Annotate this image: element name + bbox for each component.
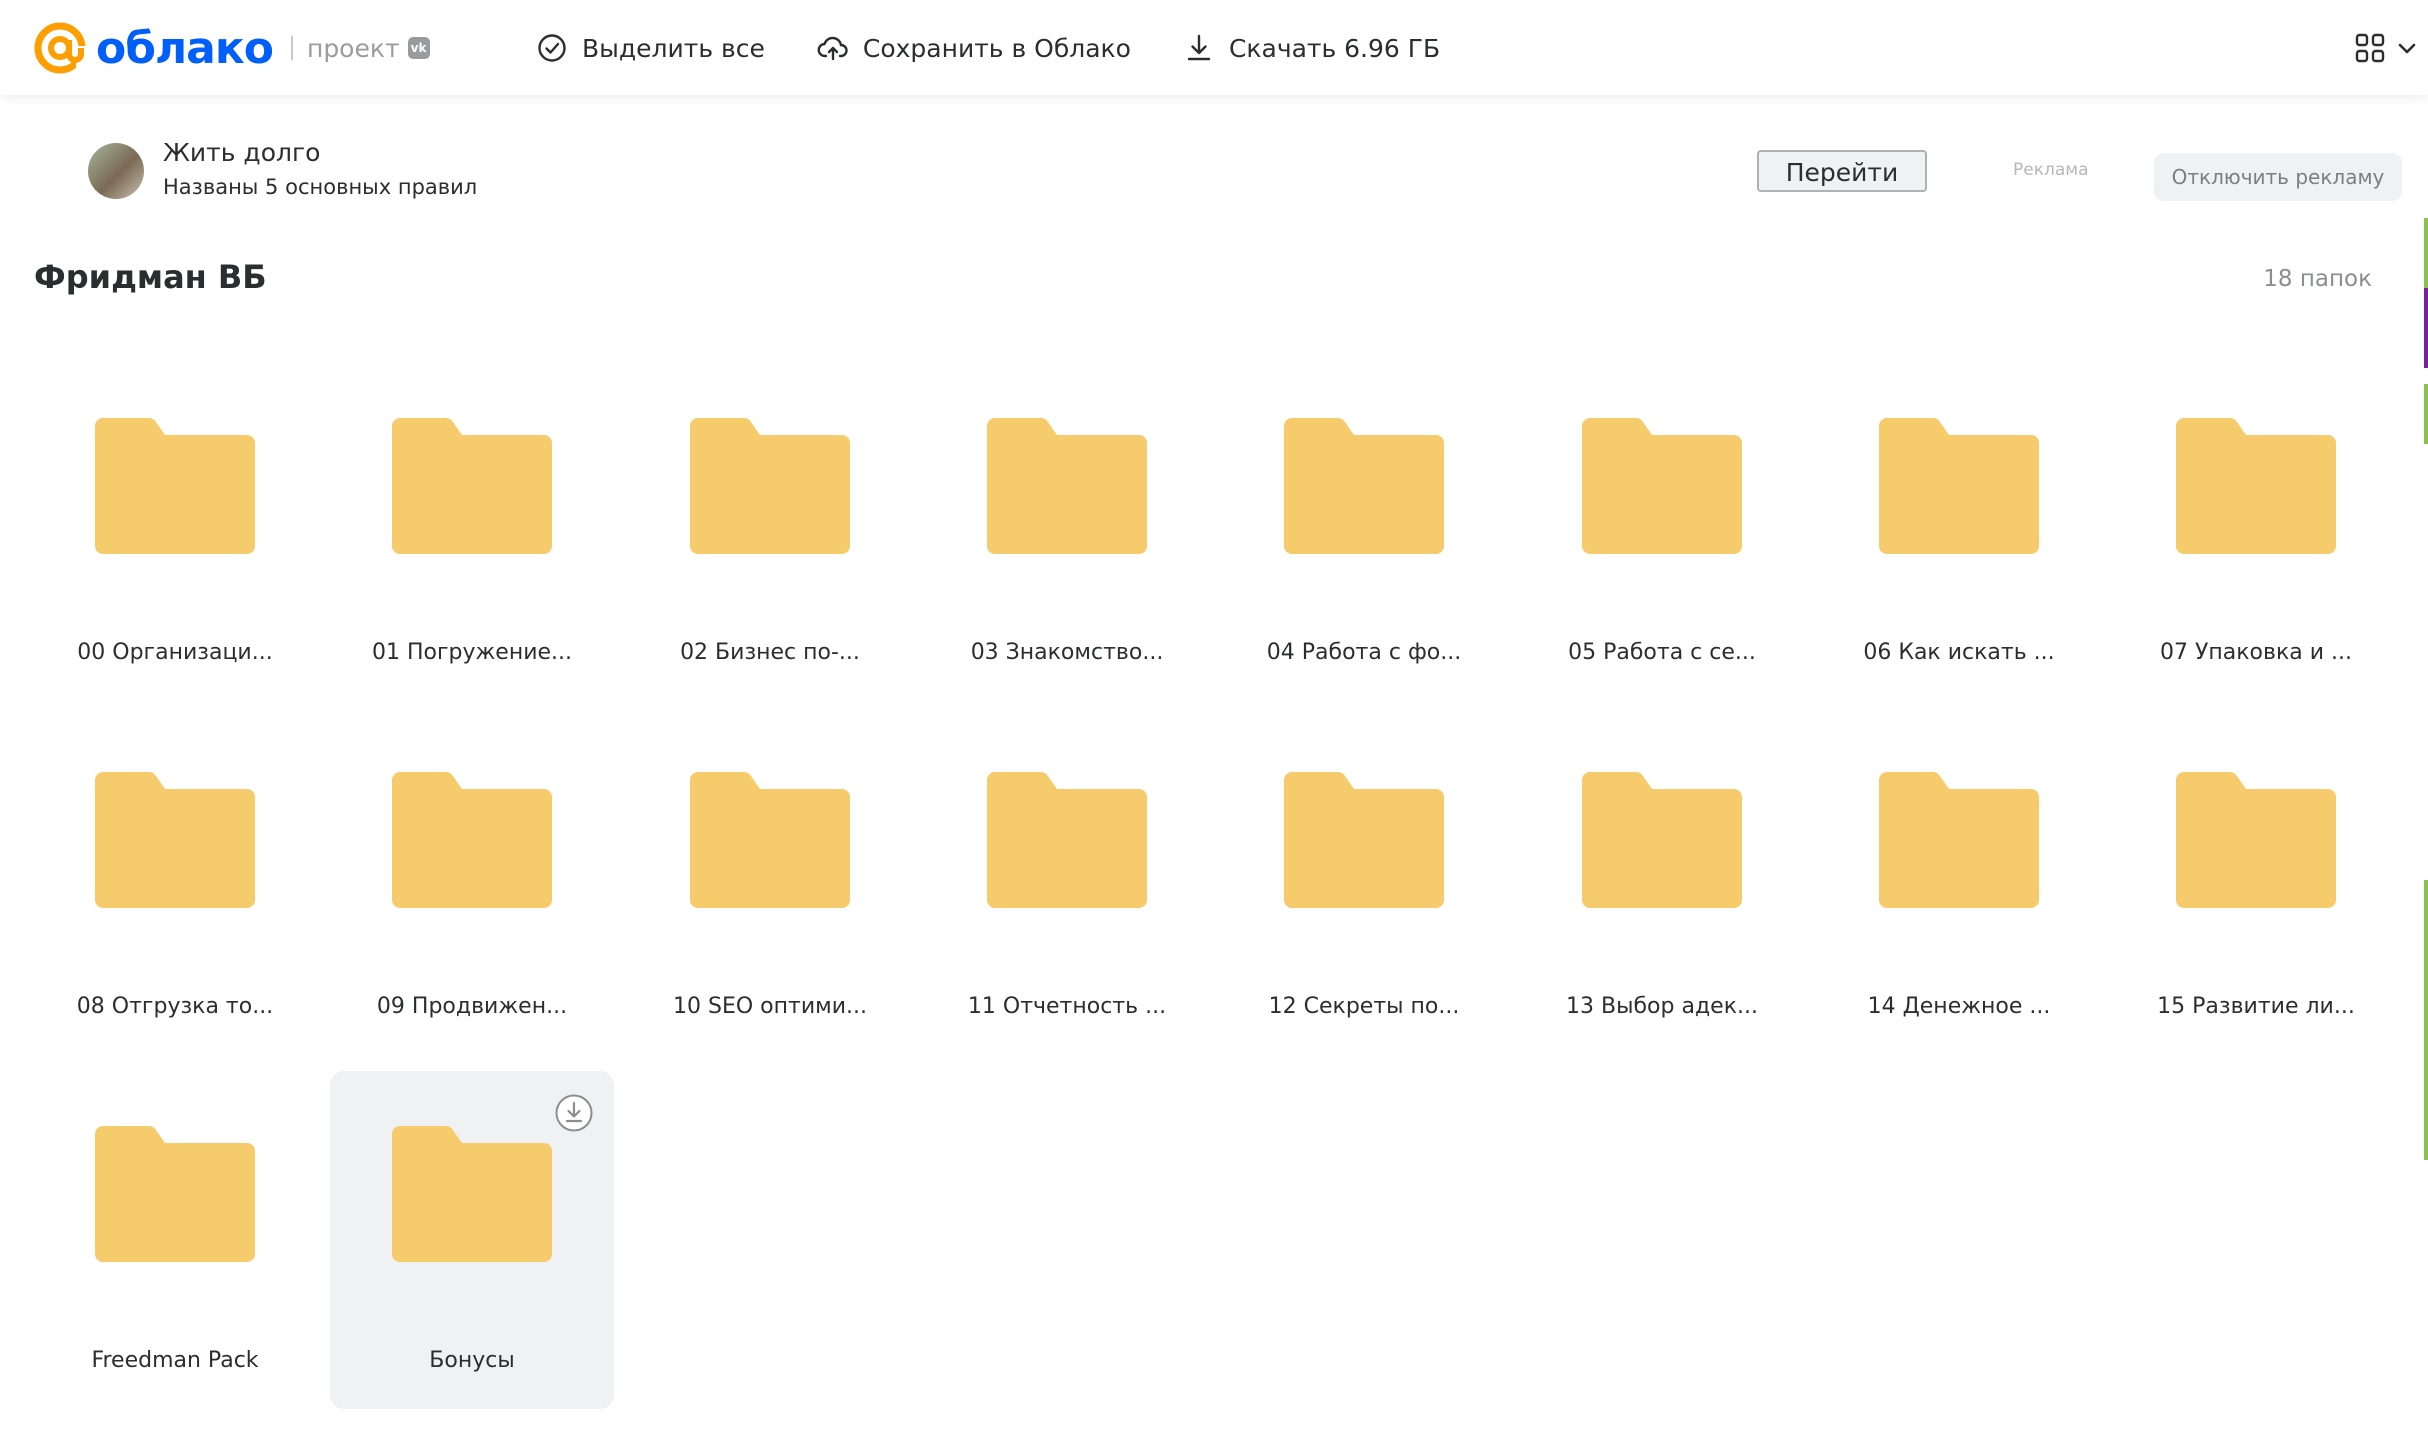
folder-name: 07 Упаковка и ... xyxy=(2159,640,2352,665)
folder-tile[interactable]: 10 SEO оптими... xyxy=(628,717,912,1055)
folder-name: 09 Продвижен... xyxy=(376,994,568,1019)
scrollbar-edge-accent xyxy=(2424,288,2428,368)
folder-tile[interactable]: 06 Как искать ... xyxy=(1817,363,2101,701)
toolbar: Выделить все Сохранить в Облако Скачать … xyxy=(536,26,1492,70)
download-all-button[interactable]: Скачать 6.96 ГБ xyxy=(1183,32,1440,64)
folder-tile[interactable]: 11 Отчетность ... xyxy=(925,717,1209,1055)
folder-icon xyxy=(2176,772,2336,908)
ad-subtitle: Названы 5 основных правил xyxy=(163,175,478,199)
cloud-upload-icon xyxy=(817,36,848,61)
scrollbar-edge-accent xyxy=(2424,880,2428,1160)
folder-icon xyxy=(987,772,1147,908)
ad-title[interactable]: Жить долго xyxy=(163,138,320,167)
folder-name: 08 Отгрузка то... xyxy=(76,994,274,1019)
folder-name: 12 Секреты по... xyxy=(1268,994,1460,1019)
folder-icon xyxy=(1284,418,1444,554)
folder-tile[interactable]: 13 Выбор адек... xyxy=(1520,717,1804,1055)
disable-ads-button[interactable]: Отключить рекламу xyxy=(2154,153,2402,201)
folder-icon xyxy=(1582,418,1742,554)
folder-name: 14 Денежное ... xyxy=(1867,994,2051,1019)
folder-icon xyxy=(95,772,255,908)
folder-name: 00 Организаци... xyxy=(77,640,273,665)
folder-tile[interactable]: 15 Развитие ли... xyxy=(2114,717,2398,1055)
folder-tile[interactable]: 00 Организаци... xyxy=(33,363,317,701)
ad-go-button[interactable]: Перейти xyxy=(1757,150,1927,192)
ad-label: Реклама xyxy=(2013,160,2089,180)
folder-icon xyxy=(1879,418,2039,554)
chevron-down-icon xyxy=(2398,43,2416,54)
folder-name: 11 Отчетность ... xyxy=(967,994,1167,1019)
folder-tile[interactable]: 05 Работа с се... xyxy=(1520,363,1804,701)
logo-separator xyxy=(290,36,293,60)
folder-count: 18 папок xyxy=(2263,266,2372,292)
apps-menu-button[interactable] xyxy=(2354,32,2418,64)
download-label: Скачать 6.96 ГБ xyxy=(1228,33,1441,63)
scrollbar-edge-accent xyxy=(2424,218,2428,288)
folder-tile[interactable]: 04 Работа с фо... xyxy=(1222,363,1506,701)
folder-tile[interactable]: 12 Секреты по... xyxy=(1222,717,1506,1055)
select-all-label: Выделить все xyxy=(582,33,765,63)
folder-tile[interactable]: 01 Погружение... xyxy=(330,363,614,701)
folder-name: 03 Знакомство... xyxy=(970,640,1164,665)
top-header: облако проект vk Выделить все Сохранить … xyxy=(0,0,2428,95)
folder-name: Бонусы xyxy=(429,1348,515,1373)
folder-icon xyxy=(1879,772,2039,908)
folder-name: 06 Как искать ... xyxy=(1863,640,2055,665)
folder-name: 02 Бизнес по-... xyxy=(680,640,860,665)
folder-name: 15 Развитие ли... xyxy=(2157,994,2355,1019)
folder-icon xyxy=(1284,772,1444,908)
folder-icon xyxy=(95,1126,255,1262)
folder-tile[interactable]: 14 Денежное ... xyxy=(1817,717,2101,1055)
folder-tile[interactable]: Freedman Pack xyxy=(33,1071,317,1409)
folder-icon xyxy=(392,418,552,554)
logo-text: облако xyxy=(96,22,274,74)
page-title: Фридман ВБ xyxy=(34,258,267,296)
folder-tile[interactable]: 09 Продвижен... xyxy=(330,717,614,1055)
folder-icon xyxy=(2176,418,2336,554)
ad-avatar[interactable] xyxy=(88,143,144,199)
folder-name: 01 Погружение... xyxy=(371,640,573,665)
check-circle-icon xyxy=(538,34,566,62)
save-to-cloud-button[interactable]: Сохранить в Облако xyxy=(817,32,1131,64)
logo-project-label: проект xyxy=(306,33,400,63)
folder-icon xyxy=(690,772,850,908)
folder-icon xyxy=(1582,772,1742,908)
scrollbar-edge-accent xyxy=(2424,384,2428,444)
grid-apps-icon xyxy=(2355,33,2385,63)
folder-icon xyxy=(392,1126,552,1262)
cloud-logo[interactable]: облако проект vk xyxy=(32,20,430,76)
folder-tile[interactable]: 03 Знакомство... xyxy=(925,363,1209,701)
download-icon xyxy=(1187,34,1211,61)
folder-icon xyxy=(95,418,255,554)
select-all-button[interactable]: Выделить все xyxy=(536,32,765,64)
folder-tile[interactable]: 02 Бизнес по-... xyxy=(628,363,912,701)
vk-icon: vk xyxy=(407,37,430,59)
folder-icon xyxy=(690,418,850,554)
download-icon[interactable] xyxy=(554,1093,594,1133)
folder-name: 10 SEO оптими... xyxy=(673,994,867,1019)
folder-name: 05 Работа с се... xyxy=(1568,640,1756,665)
folder-name: 04 Работа с фо... xyxy=(1266,640,1462,665)
folder-tile[interactable]: 07 Упаковка и ... xyxy=(2114,363,2398,701)
folder-tile[interactable]: Бонусы xyxy=(330,1071,614,1409)
folder-name: Freedman Pack xyxy=(91,1348,259,1373)
folder-icon xyxy=(987,418,1147,554)
folder-tile[interactable]: 08 Отгрузка то... xyxy=(33,717,317,1055)
folder-icon xyxy=(392,772,552,908)
save-to-cloud-label: Сохранить в Облако xyxy=(862,33,1131,63)
folder-name: 13 Выбор адек... xyxy=(1566,994,1758,1019)
at-sign-logo-icon xyxy=(34,22,88,76)
